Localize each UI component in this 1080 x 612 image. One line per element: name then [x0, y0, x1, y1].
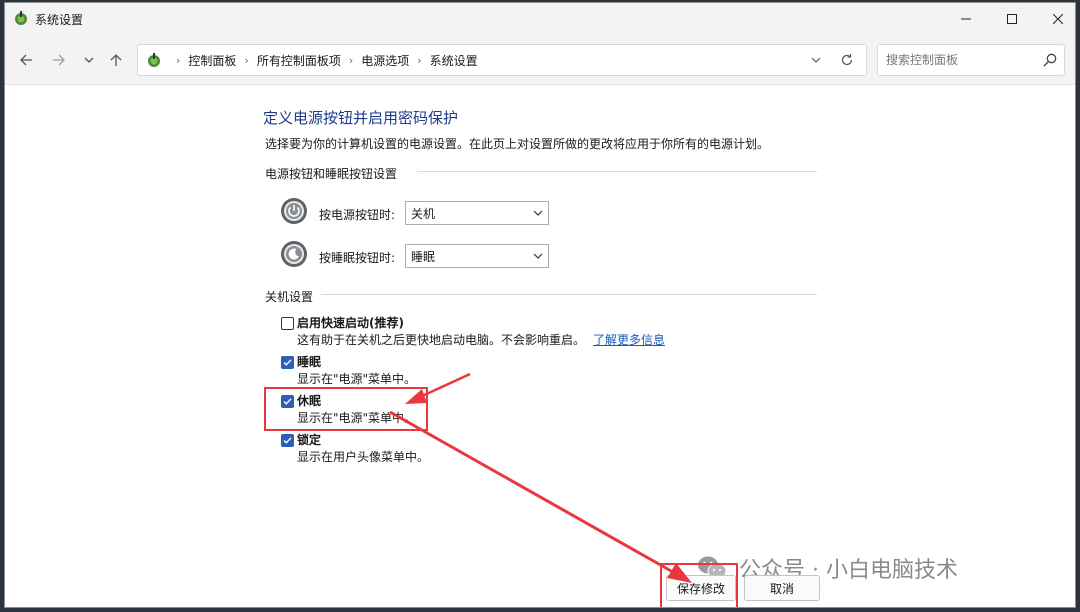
forward-button[interactable] [48, 49, 70, 71]
sleep-option-description: 显示在"电源"菜单中。 [297, 372, 417, 386]
arrow-right-icon [53, 54, 65, 66]
breadcrumb-all-items[interactable]: 所有控制面板项 [257, 52, 341, 69]
address-history-button[interactable] [806, 51, 826, 69]
search-input[interactable] [886, 51, 1036, 69]
page-title: 定义电源按钮并启用密码保护 [263, 109, 459, 127]
save-button-highlight-box [660, 563, 738, 607]
section-divider [321, 294, 817, 295]
power-button-icon [281, 198, 307, 224]
fast-startup-label: 启用快速启动(推荐) [297, 316, 404, 330]
power-buttons-section-title: 电源按钮和睡眠按钮设置 [265, 167, 398, 181]
page-description: 选择要为你的计算机设置的电源设置。在此页上对设置所做的更改将应用于你所有的电源计… [265, 137, 770, 151]
sleep-button-label: 按睡眠按钮时: [319, 251, 396, 265]
chevron-right-icon: › [244, 53, 249, 67]
check-icon [283, 437, 292, 444]
sleep-button-icon [281, 241, 307, 267]
lock-option-label: 锁定 [297, 433, 322, 447]
cancel-button[interactable]: 取消 [744, 575, 820, 601]
arrow-left-icon [20, 54, 32, 66]
address-bar[interactable]: › 控制面板 › 所有控制面板项 › 电源选项 › 系统设置 [137, 44, 867, 76]
learn-more-link[interactable]: 了解更多信息 [593, 333, 665, 347]
refresh-button[interactable] [836, 51, 858, 69]
chevron-down-icon [84, 57, 94, 63]
fast-startup-checkbox[interactable] [281, 317, 294, 330]
power-options-app-icon [15, 11, 27, 25]
system-settings-window: 系统设置 › 控制面板 › 所有控制面板项 › 电源选项 › 系统设置 搜索控制… [4, 2, 1076, 608]
minimize-icon [961, 18, 971, 20]
sleep-button-action-select[interactable]: 睡眠 [405, 244, 549, 268]
arrow-up-icon [110, 54, 122, 66]
main-content: 定义电源按钮并启用密码保护 选择要为你的计算机设置的电源设置。在此页上对设置所做… [5, 85, 1075, 607]
shutdown-section-title: 关机设置 [265, 290, 314, 304]
chevron-down-icon [811, 57, 821, 63]
search-icon[interactable] [1042, 52, 1058, 68]
power-button-action-value: 关机 [411, 206, 436, 221]
sleep-checkbox[interactable] [281, 356, 294, 369]
lock-checkbox[interactable] [281, 434, 294, 447]
chevron-down-icon [533, 210, 543, 216]
chevron-right-icon: › [417, 53, 422, 67]
chevron-right-icon: › [348, 53, 354, 67]
sleep-option-label: 睡眠 [297, 355, 322, 369]
chevron-down-icon [533, 253, 543, 259]
hibernate-highlight-box [264, 387, 428, 431]
power-button-action-select[interactable]: 关机 [405, 201, 549, 225]
close-button[interactable] [1035, 3, 1075, 35]
back-button[interactable] [15, 49, 37, 71]
breadcrumb-system-settings[interactable]: 系统设置 [430, 52, 478, 69]
maximize-icon [1007, 14, 1017, 24]
breadcrumb-control-panel[interactable]: 控制面板 [188, 52, 236, 69]
power-button-label: 按电源按钮时: [319, 208, 396, 222]
close-icon [1053, 14, 1063, 24]
lock-option-description: 显示在用户头像菜单中。 [297, 450, 430, 464]
refresh-icon [841, 54, 853, 66]
fast-startup-desc-text: 这有助于在关机之后更快地启动电脑。不会影响重启。 [297, 333, 586, 347]
breadcrumb: › 控制面板 › 所有控制面板项 › 电源选项 › 系统设置 [168, 45, 478, 75]
power-options-icon [148, 53, 160, 67]
search-box [877, 44, 1065, 76]
chevron-right-icon: › [176, 53, 181, 67]
check-icon [283, 359, 292, 366]
window-title: 系统设置 [35, 13, 84, 27]
breadcrumb-power-options[interactable]: 电源选项 [361, 52, 409, 69]
fast-startup-description: 这有助于在关机之后更快地启动电脑。不会影响重启。 了解更多信息 [297, 331, 665, 348]
up-button[interactable] [105, 49, 127, 71]
recent-locations-button[interactable] [78, 49, 100, 71]
section-divider [417, 171, 817, 172]
sleep-button-action-value: 睡眠 [411, 249, 436, 264]
navigation-bar: › 控制面板 › 所有控制面板项 › 电源选项 › 系统设置 [5, 35, 1075, 85]
minimize-button[interactable] [943, 3, 989, 35]
title-bar: 系统设置 [5, 3, 1075, 35]
maximize-button[interactable] [989, 3, 1035, 35]
